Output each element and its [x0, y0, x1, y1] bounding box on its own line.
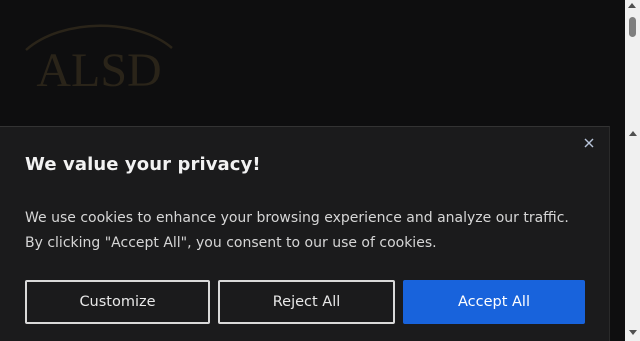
site-logo[interactable]: ALSD	[22, 24, 177, 96]
customize-button[interactable]: Customize	[25, 280, 210, 324]
scroll-up-arrow-icon[interactable]	[629, 131, 637, 136]
close-icon	[584, 138, 594, 148]
site-logo-text: ALSD	[36, 44, 161, 96]
page: ALSD We value your privacy! We use cooki…	[0, 0, 640, 341]
cookie-consent-banner: We value your privacy! We use cookies to…	[0, 126, 610, 341]
banner-title: We value your privacy!	[25, 154, 261, 175]
banner-description: We use cookies to enhance your browsing …	[25, 210, 569, 251]
banner-scrollbar[interactable]	[625, 126, 640, 341]
close-banner-button[interactable]	[582, 136, 596, 150]
scroll-up-arrow-icon[interactable]	[628, 3, 636, 8]
scroll-down-arrow-icon[interactable]	[629, 330, 637, 335]
accept-all-button[interactable]: Accept All	[403, 280, 585, 324]
alsd-logo-icon: ALSD	[25, 24, 173, 96]
scroll-thumb[interactable]	[629, 17, 636, 37]
reject-all-button[interactable]: Reject All	[218, 280, 395, 324]
